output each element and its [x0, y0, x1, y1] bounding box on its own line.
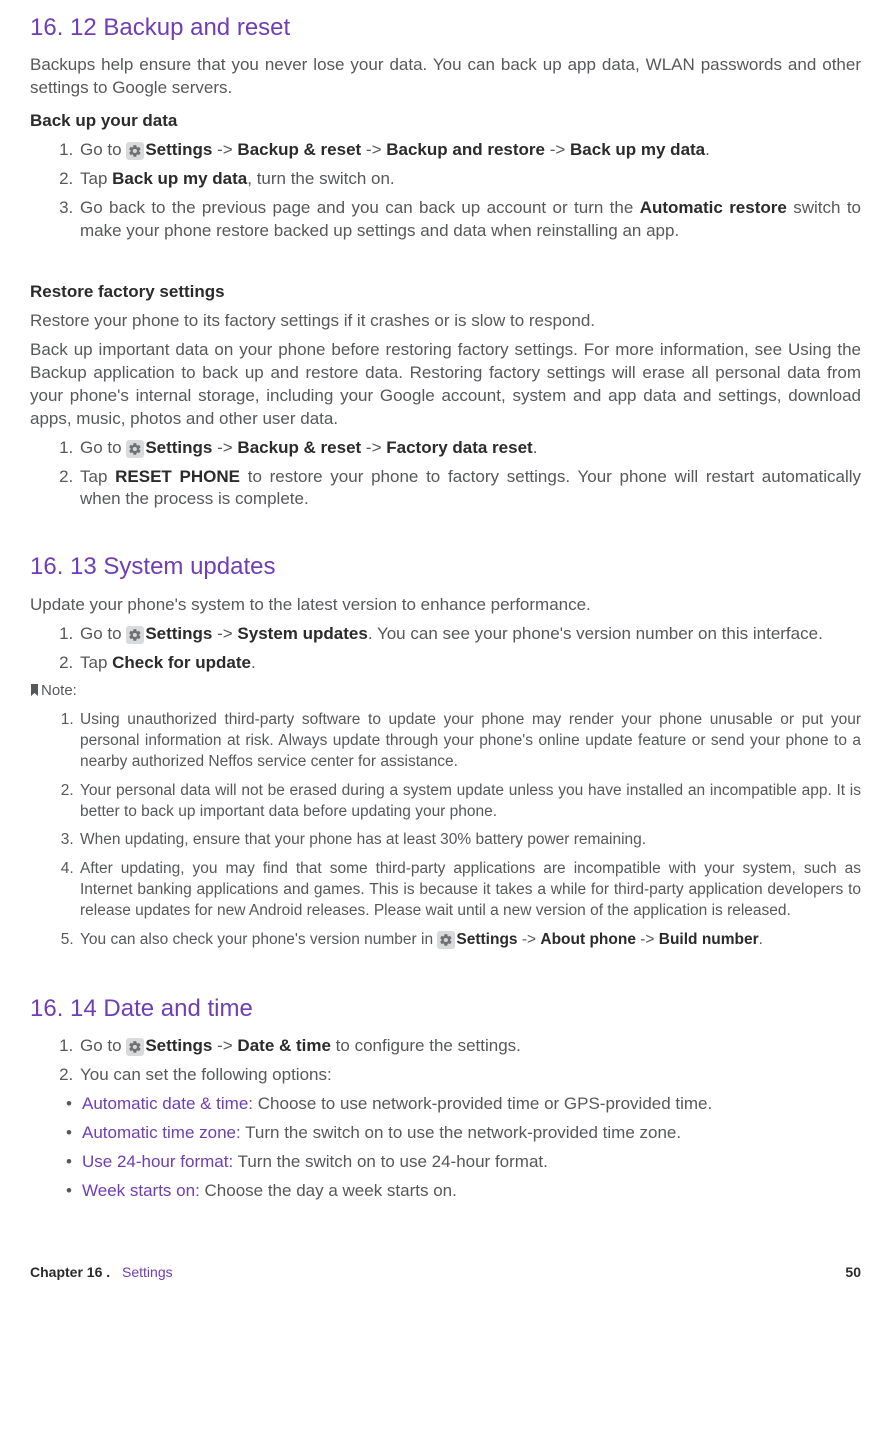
text: Date & time	[237, 1036, 331, 1055]
text: ->	[212, 140, 237, 159]
text: Tap	[80, 169, 112, 188]
restore-step-1: Go to Settings -> Backup & reset -> Fact…	[78, 437, 861, 460]
updates-step-2: Tap Check for update.	[78, 652, 861, 675]
text: ->	[545, 140, 570, 159]
text: .	[533, 438, 538, 457]
footer-section: Settings	[122, 1264, 173, 1280]
restore-step-2: Tap RESET PHONE to restore your phone to…	[78, 466, 861, 512]
text: ->	[361, 140, 386, 159]
text: Choose to use network-provided time or G…	[253, 1094, 712, 1113]
text: ->	[212, 1036, 237, 1055]
settings-icon	[126, 440, 144, 458]
text: Choose the day a week starts on.	[200, 1181, 457, 1200]
text: Turn the switch on to use the network-pr…	[241, 1123, 681, 1142]
text: Go to	[80, 1036, 126, 1055]
bookmark-icon	[30, 682, 39, 702]
text: .	[705, 140, 710, 159]
text: Backup & reset	[237, 140, 361, 159]
restore-para-2: Back up important data on your phone bef…	[30, 339, 861, 431]
text: About phone	[540, 931, 636, 948]
text: , turn the switch on.	[247, 169, 394, 188]
text: Factory data reset	[386, 438, 532, 457]
text: RESET PHONE	[115, 467, 240, 486]
heading-system-updates: 16. 13 System updates	[30, 551, 861, 583]
text: You can set the following options:	[80, 1065, 332, 1084]
option-auto-datetime: Automatic date & time: Choose to use net…	[82, 1093, 861, 1116]
text: Settings	[145, 438, 212, 457]
updates-steps-list: Go to Settings -> System updates. You ca…	[30, 623, 861, 675]
subheading-backup-your-data: Back up your data	[30, 110, 861, 133]
text: .	[251, 653, 256, 672]
text: Backup & reset	[237, 438, 361, 457]
text: Settings	[145, 624, 212, 643]
text: to configure the settings.	[331, 1036, 521, 1055]
notes-list: Using unauthorized third-party software …	[30, 710, 861, 951]
heading-date-time: 16. 14 Date and time	[30, 993, 861, 1025]
note-2: Your personal data will not be erased du…	[78, 781, 861, 823]
text: .	[759, 931, 763, 948]
footer-left: Chapter 16 . Settings	[30, 1263, 173, 1282]
datetime-step-1: Go to Settings -> Date & time to configu…	[78, 1035, 861, 1058]
footer-page-number: 50	[845, 1263, 861, 1282]
settings-icon	[126, 1038, 144, 1056]
text: You can also check your phone's version …	[80, 931, 437, 948]
note-label: Note:	[30, 681, 861, 702]
text: Back up my data	[112, 169, 247, 188]
text: Tap	[80, 467, 115, 486]
term: Automatic date & time:	[82, 1094, 253, 1113]
text: ->	[518, 931, 541, 948]
text: Settings	[145, 1036, 212, 1055]
term: Week starts on:	[82, 1181, 200, 1200]
text: Go back to the previous page and you can…	[80, 198, 640, 217]
term: Use 24-hour format:	[82, 1152, 233, 1171]
subheading-restore-factory: Restore factory settings	[30, 281, 861, 304]
page-footer: Chapter 16 . Settings 50	[30, 1263, 861, 1282]
backup-step-2: Tap Back up my data, turn the switch on.	[78, 168, 861, 191]
text: Note:	[41, 682, 77, 699]
datetime-steps-list: Go to Settings -> Date & time to configu…	[30, 1035, 861, 1203]
text: System updates	[237, 624, 367, 643]
heading-backup-reset: 16. 12 Backup and reset	[30, 12, 861, 44]
settings-icon	[126, 142, 144, 160]
text: Settings	[456, 931, 517, 948]
backup-step-3: Go back to the previous page and you can…	[78, 197, 861, 243]
datetime-step-2: You can set the following options: Autom…	[78, 1064, 861, 1203]
text: Build number	[659, 931, 759, 948]
backup-steps-list: Go to Settings -> Backup & reset -> Back…	[30, 139, 861, 243]
text: Go to	[80, 624, 126, 643]
option-week-start: Week starts on: Choose the day a week st…	[82, 1180, 861, 1203]
term: Automatic time zone:	[82, 1123, 241, 1142]
option-24hour: Use 24-hour format: Turn the switch on t…	[82, 1151, 861, 1174]
footer-chapter: Chapter 16 .	[30, 1264, 110, 1280]
text: Go to	[80, 438, 126, 457]
settings-icon	[437, 931, 455, 949]
datetime-options-list: Automatic date & time: Choose to use net…	[80, 1093, 861, 1203]
note-4: After updating, you may find that some t…	[78, 859, 861, 922]
text: Go to	[80, 140, 126, 159]
text: ->	[212, 438, 237, 457]
text: Check for update	[112, 653, 251, 672]
note-5: You can also check your phone's version …	[78, 930, 861, 951]
text: . You can see your phone's version numbe…	[368, 624, 823, 643]
backup-intro: Backups help ensure that you never lose …	[30, 54, 861, 100]
settings-icon	[126, 626, 144, 644]
option-auto-timezone: Automatic time zone: Turn the switch on …	[82, 1122, 861, 1145]
text: Back up my data	[570, 140, 705, 159]
backup-step-1: Go to Settings -> Backup & reset -> Back…	[78, 139, 861, 162]
updates-intro: Update your phone's system to the latest…	[30, 594, 861, 617]
text: ->	[636, 931, 659, 948]
updates-step-1: Go to Settings -> System updates. You ca…	[78, 623, 861, 646]
text: ->	[361, 438, 386, 457]
text: Turn the switch on to use 24-hour format…	[233, 1152, 548, 1171]
text: Backup and restore	[386, 140, 545, 159]
text: Tap	[80, 653, 112, 672]
note-3: When updating, ensure that your phone ha…	[78, 830, 861, 851]
restore-steps-list: Go to Settings -> Backup & reset -> Fact…	[30, 437, 861, 512]
restore-para-1: Restore your phone to its factory settin…	[30, 310, 861, 333]
text: Automatic restore	[640, 198, 787, 217]
text: ->	[212, 624, 237, 643]
text: Settings	[145, 140, 212, 159]
note-1: Using unauthorized third-party software …	[78, 710, 861, 773]
